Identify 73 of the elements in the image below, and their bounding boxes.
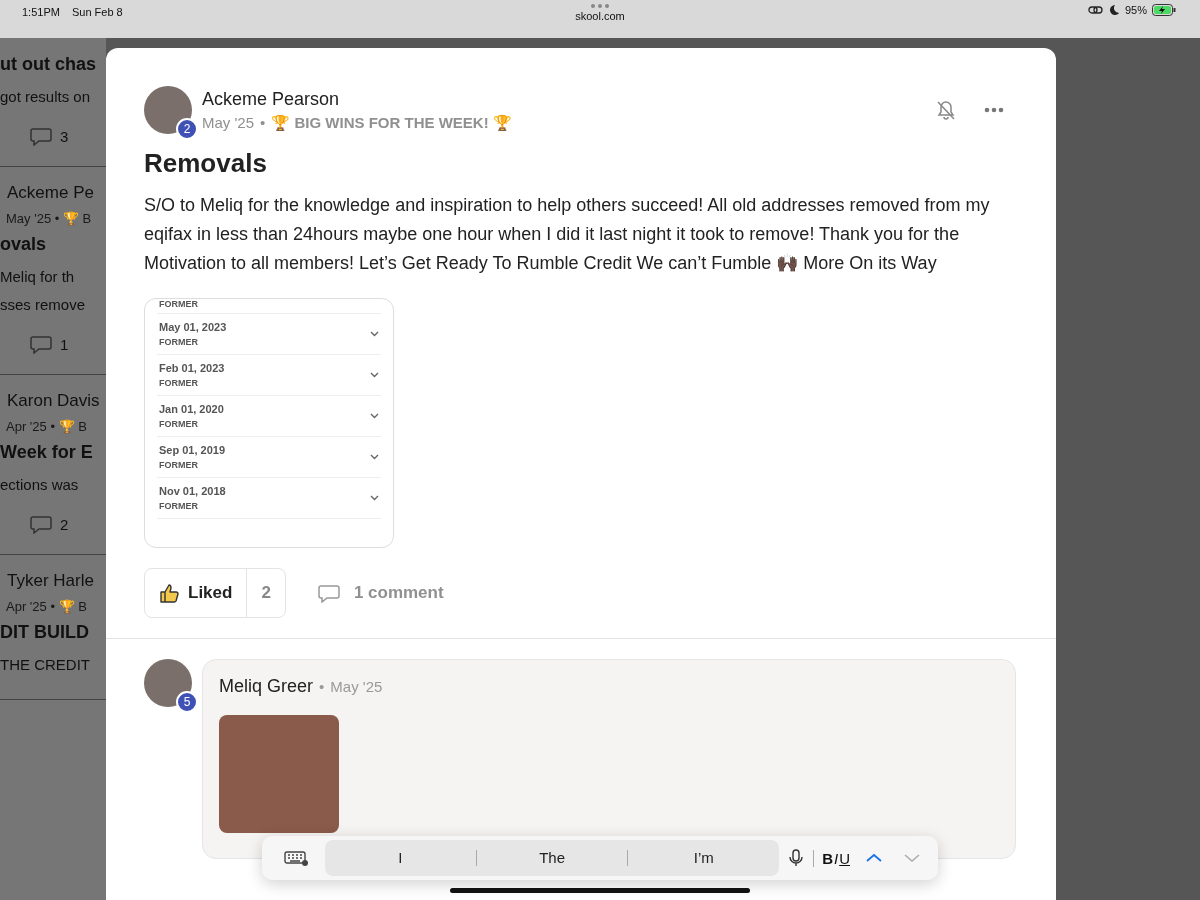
post-title: Removals — [144, 148, 268, 179]
comment-count: 1 — [60, 336, 69, 353]
comment-count: 3 — [60, 128, 69, 145]
chevron-down-icon — [904, 853, 920, 863]
author-name: Ackeme Pe — [6, 183, 95, 203]
post-excerpt: Meliq for th sses remove — [0, 267, 87, 315]
more-dots-icon[interactable] — [591, 4, 609, 8]
chevron-down-icon — [370, 454, 379, 460]
comment-icon — [30, 515, 52, 534]
post-meta: Apr '25 • 🏆 B — [5, 419, 88, 434]
chevron-down-icon — [370, 331, 379, 337]
post-body: S/O to Meliq for the knowledge and inspiration to help others succeed! All old addresses removed from my eqifax in less than 24hours maybe one hour when I did it last night it took to remove! Thank you for the Motivation to all members! Let’s Get Ready To Rumble Credit We can’t Fumble 🙌🏿 More On its Way — [144, 194, 991, 275]
screenshot-attachment[interactable]: FORMER May 01, 2023 FORMER Feb 01, 2023 FORMER Jan 01, 2020 FORMER Sep 01, 2019 FORMER Nov 01, 2018 FORMER — [144, 298, 394, 548]
row-status: FORMER — [159, 299, 198, 309]
link-icon — [1087, 4, 1103, 16]
chevron-down-icon — [370, 372, 379, 378]
thumbs-up-icon — [159, 582, 180, 604]
row-date: Jan 01, 2020 — [159, 403, 224, 415]
post-excerpt: got results on — [0, 87, 92, 107]
more-options-icon[interactable] — [984, 107, 1004, 113]
post-title: Week for E — [0, 442, 94, 463]
suggestion-button[interactable]: I — [325, 850, 477, 866]
comment-icon — [30, 127, 52, 146]
like-count: 2 — [246, 569, 285, 617]
chevron-up-icon — [866, 853, 882, 863]
row-date: May 01, 2023 — [159, 321, 227, 333]
row-status: FORMER — [159, 378, 199, 388]
author-name: Tyker Harle — [6, 571, 95, 591]
post-title: ut out chas — [0, 54, 97, 75]
row-status: FORMER — [159, 501, 199, 511]
comment-icon — [30, 335, 52, 354]
status-time: 1:51PM — [22, 6, 60, 18]
row-status: FORMER — [159, 460, 199, 470]
post-excerpt: THE CREDIT — [0, 655, 91, 675]
separator-dot: • — [260, 114, 266, 131]
underline-format-button[interactable]: U — [839, 849, 850, 867]
chevron-down-icon — [370, 495, 379, 501]
author-name[interactable]: Ackeme Pearson — [202, 88, 926, 110]
comment-date: May '25 — [330, 678, 383, 695]
comment-count: 2 — [60, 516, 69, 533]
moon-icon — [1107, 4, 1120, 16]
commenter-name[interactable]: Meliq Greer — [219, 676, 314, 697]
row-date: Feb 01, 2023 — [159, 362, 225, 374]
row-status: FORMER — [159, 419, 199, 429]
microphone-icon[interactable] — [789, 849, 804, 867]
row-date: Nov 01, 2018 — [159, 485, 226, 497]
chevron-down-icon — [370, 413, 379, 419]
status-date: Sun Feb 8 — [71, 6, 123, 18]
row-date: Sep 01, 2019 — [159, 444, 226, 456]
italic-format-button[interactable]: I — [834, 849, 839, 867]
comment-icon — [317, 583, 340, 603]
post-title: ovals — [0, 234, 48, 255]
keyboard-icon — [284, 849, 309, 867]
url-label[interactable]: skool.com — [575, 10, 625, 22]
author-name: Karon Davis — [6, 391, 101, 411]
like-button[interactable]: Liked — [145, 569, 247, 617]
post-excerpt: ections was — [0, 475, 80, 495]
post-date: May '25 — [202, 114, 255, 131]
post-meta: Apr '25 • 🏆 B — [5, 599, 88, 614]
battery-percent: 95% — [1124, 4, 1147, 16]
row-status: FORMER — [159, 337, 199, 347]
battery-charging-icon — [1152, 4, 1176, 16]
avatar[interactable] — [144, 86, 192, 134]
level-badge: 5 — [176, 691, 198, 713]
suggestion-button[interactable]: I’m — [628, 850, 780, 866]
bold-format-button[interactable]: B — [822, 849, 833, 867]
bell-off-icon[interactable] — [936, 100, 956, 120]
avatar[interactable] — [144, 659, 192, 707]
level-badge: 2 — [176, 118, 198, 140]
separator-dot: • — [319, 678, 325, 695]
suggestion-button[interactable]: The — [476, 850, 629, 866]
post-title: DIT BUILD — [0, 622, 90, 643]
post-meta: May '25 • 🏆 B — [5, 211, 93, 226]
